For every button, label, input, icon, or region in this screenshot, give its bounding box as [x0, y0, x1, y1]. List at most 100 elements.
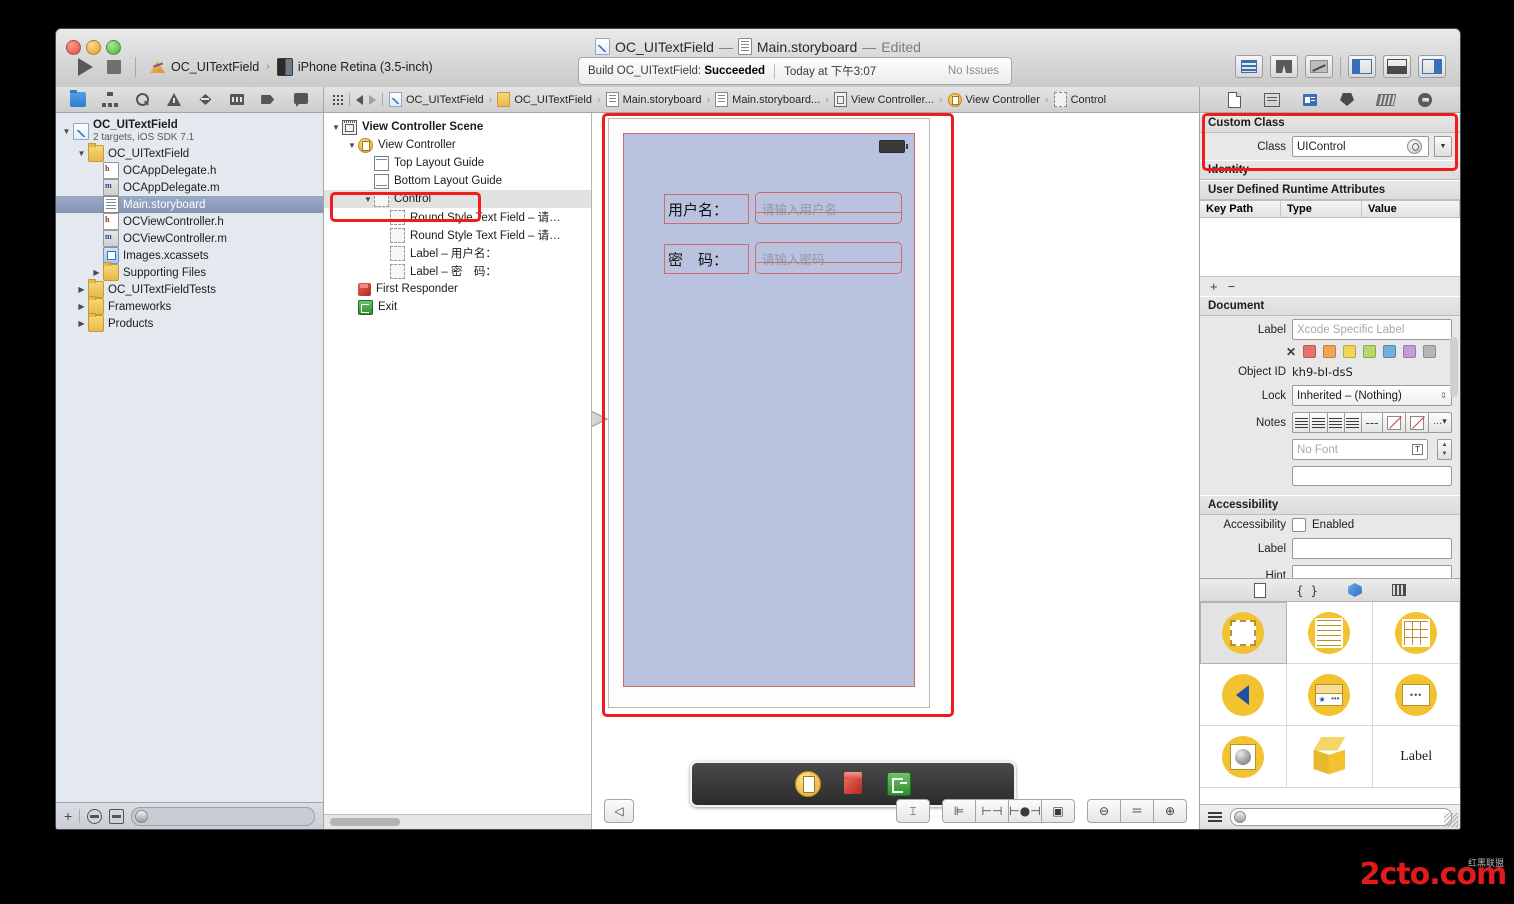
related-items-icon[interactable] [332, 94, 343, 105]
background-color-button[interactable] [1406, 412, 1429, 433]
disclosure-triangle-icon[interactable]: ▶ [75, 285, 88, 294]
attributes-inspector-icon[interactable] [1340, 93, 1355, 106]
color-swatch[interactable] [1363, 345, 1377, 358]
zoom-actual-button[interactable]: ＝ [1121, 799, 1154, 823]
toggle-utilities-button[interactable] [1418, 55, 1446, 78]
source-control-filter-icon[interactable] [109, 808, 125, 824]
class-field[interactable]: UIControl [1292, 136, 1429, 157]
disclosure-triangle-icon[interactable]: ▶ [75, 302, 88, 311]
color-swatch[interactable] [1323, 345, 1337, 358]
test-navigator-icon[interactable] [197, 92, 213, 107]
zoom-out-button[interactable]: ⊖ [1087, 799, 1121, 823]
lock-select[interactable]: Inherited – (Nothing) ⇳ [1292, 385, 1452, 406]
library-object-cube[interactable] [1286, 726, 1374, 788]
identity-inspector-icon[interactable] [1302, 93, 1317, 106]
library-object-grid[interactable]: ★ ••• ••• Label [1200, 602, 1460, 804]
file-tree-row[interactable]: ▼ OC_UITextField [56, 143, 323, 162]
accessibility-enabled-checkbox[interactable] [1292, 518, 1306, 532]
disclosure-triangle-icon[interactable]: ▼ [75, 149, 88, 158]
color-swatch[interactable] [1303, 345, 1317, 358]
assistant-editor-button[interactable] [1270, 55, 1298, 78]
file-inspector-icon[interactable] [1227, 91, 1241, 108]
accessibility-hint-input[interactable] [1292, 565, 1452, 578]
swatch-clear-button[interactable]: ✕ [1286, 346, 1296, 358]
password-textfield[interactable]: 请输入密码 [755, 242, 902, 274]
outline-row[interactable]: Round Style Text Field – 请… [324, 226, 591, 244]
file-tree-row[interactable]: h OCViewController.h [56, 213, 323, 230]
project-navigator-icon[interactable] [69, 90, 86, 107]
resizing-behavior-button[interactable]: ▣ [1042, 799, 1075, 823]
file-tree-row[interactable]: ▶ Supporting Files [56, 262, 323, 281]
username-textfield[interactable]: 请输入用户名 [755, 192, 902, 224]
breakpoint-navigator-icon[interactable] [261, 92, 277, 107]
outline-row[interactable]: Round Style Text Field – 请… [324, 208, 591, 226]
code-snippet-library-icon[interactable]: { } [1296, 584, 1318, 598]
scheme-selector[interactable]: OC_UITextField › iPhone Retina (3.5-inch… [150, 58, 433, 76]
runtime-table-body[interactable] [1200, 218, 1460, 277]
zoom-in-button[interactable]: ⊕ [1154, 799, 1187, 823]
disclosure-triangle-icon[interactable]: ▼ [60, 127, 73, 136]
size-inspector-icon[interactable] [1375, 93, 1397, 106]
zoom-button-group[interactable]: ⊖ ＝ ⊕ [1087, 799, 1187, 823]
standard-editor-button[interactable] [1235, 55, 1263, 78]
align-left-button[interactable] [1292, 412, 1311, 433]
library-collection-view-object[interactable] [1373, 602, 1460, 664]
file-tree-row[interactable]: Images.xcassets [56, 247, 323, 264]
library-view-mode-icon[interactable] [1208, 811, 1222, 823]
root-view[interactable]: 用户名： 请输入用户名 密 码： 请输入密码 [623, 133, 915, 687]
align-center-button[interactable] [1310, 412, 1328, 433]
go-back-button[interactable] [356, 94, 363, 105]
file-tree-row[interactable]: ▼ OC_UITextField 2 targets, iOS SDK 7.1 [56, 117, 323, 145]
constraints-resolve-button[interactable]: ⌶ [896, 799, 930, 823]
username-label[interactable]: 用户名： [664, 194, 749, 224]
navigator-filter-input[interactable] [131, 806, 315, 826]
toggle-document-outline-button[interactable]: ◁ [604, 799, 634, 823]
symbol-navigator-icon[interactable] [101, 92, 118, 107]
resolve-issues-button[interactable]: ⊢●⊣ [1009, 799, 1042, 823]
color-swatch[interactable] [1423, 345, 1437, 358]
outline-scroll-thumb[interactable] [330, 818, 400, 826]
stop-button[interactable] [107, 60, 121, 74]
search-navigator-icon[interactable] [134, 92, 150, 107]
outline-horizontal-scrollbar[interactable] [324, 814, 591, 829]
library-scrollbar[interactable] [1450, 337, 1458, 397]
breadcrumb-item[interactable]: Main.storyboard [605, 92, 702, 107]
library-filter-clear-icon[interactable] [1234, 811, 1246, 823]
outline-row[interactable]: ▼ Control [324, 190, 591, 208]
file-tree-row[interactable]: ▶ Products [56, 313, 323, 332]
disclosure-triangle-icon[interactable]: ▼ [330, 123, 342, 132]
font-size-stepper[interactable]: ▲ ▼ [1437, 439, 1452, 460]
color-swatch[interactable] [1403, 345, 1417, 358]
filter-clear-icon[interactable] [135, 809, 149, 823]
file-template-library-icon[interactable] [1254, 582, 1267, 598]
report-navigator-icon[interactable] [293, 92, 309, 107]
class-field-dropdown-icon[interactable]: ▼ [1434, 136, 1452, 157]
font-panel-icon[interactable]: T [1412, 444, 1423, 455]
disclosure-triangle-icon[interactable]: ▶ [75, 319, 88, 328]
outline-row[interactable]: ▼ View Controller Scene [324, 118, 591, 136]
toggle-debug-area-button[interactable] [1383, 55, 1411, 78]
storyboard-canvas[interactable]: 用户名： 请输入用户名 密 码： 请输入密码 ◁ ⌶ ⊫ ⊢⊣ ⊢●⊣ ▣ ⊖ … [592, 113, 1199, 829]
color-swatch[interactable] [1383, 345, 1397, 358]
object-library-icon[interactable] [1347, 583, 1362, 597]
autolayout-button-group[interactable]: ⊫ ⊢⊣ ⊢●⊣ ▣ [942, 799, 1075, 823]
breadcrumb-item[interactable]: View Controller... [833, 92, 934, 107]
disclosure-triangle-icon[interactable]: ▼ [346, 141, 358, 150]
breadcrumb-item[interactable]: OC_UITextField [497, 92, 592, 107]
document-label-input[interactable]: Xcode Specific Label [1292, 319, 1452, 340]
run-button[interactable] [78, 58, 93, 76]
media-library-icon[interactable] [1391, 584, 1406, 596]
build-status-bar[interactable]: Build OC_UITextField: Succeeded Today at… [578, 57, 1012, 85]
connections-inspector-icon[interactable] [1418, 92, 1433, 107]
library-table-view-object[interactable] [1286, 602, 1374, 664]
view-controller-scene[interactable]: 用户名： 请输入用户名 密 码： 请输入密码 [592, 118, 930, 708]
outline-row[interactable]: Exit [324, 298, 591, 316]
file-tree-row[interactable]: h OCAppDelegate.h [56, 162, 323, 179]
file-tree-row[interactable]: m OCViewController.m [56, 230, 323, 247]
outline-row[interactable]: Bottom Layout Guide [324, 172, 591, 190]
quick-help-icon[interactable] [1263, 92, 1280, 107]
breadcrumb[interactable]: OC_UITextField › OC_UITextField › Main.story… [324, 87, 1199, 113]
list-style-button[interactable]: --- [1362, 412, 1383, 433]
disclosure-triangle-icon[interactable]: ▼ [362, 195, 374, 204]
library-view-object[interactable] [1200, 602, 1287, 664]
